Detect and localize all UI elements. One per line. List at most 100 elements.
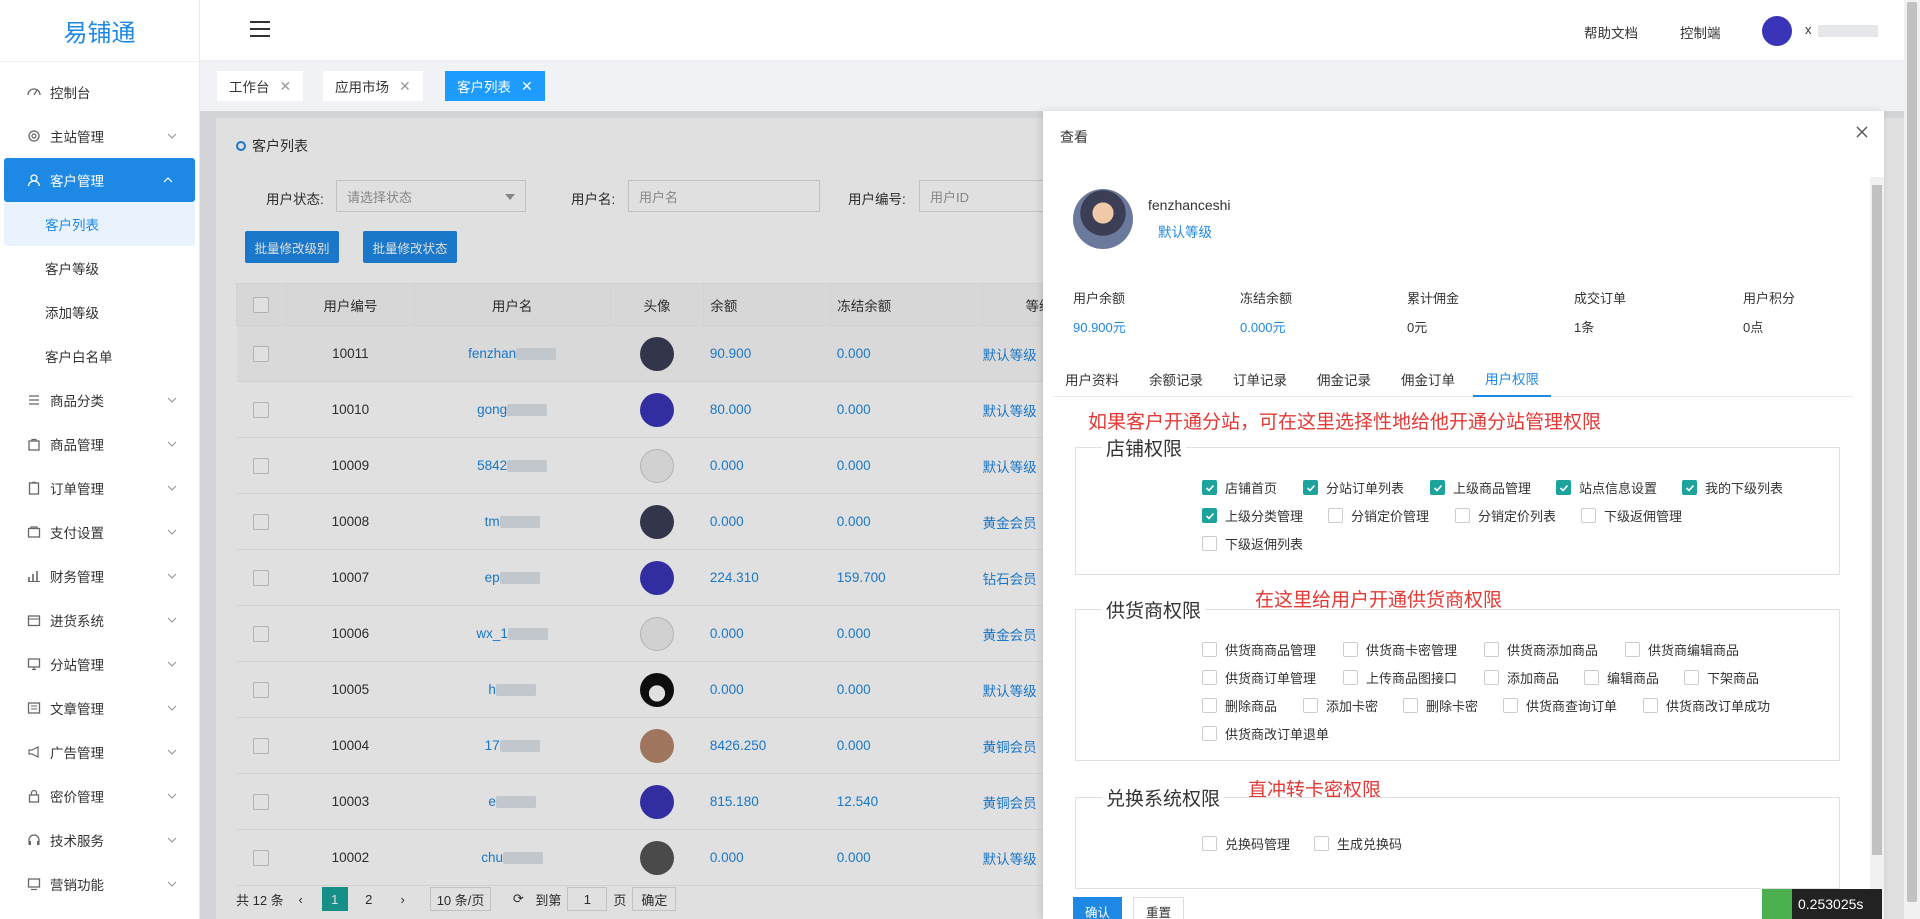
reset-button[interactable]: 重置 <box>1133 897 1185 919</box>
sidebar-item-payment[interactable]: 支付设置 <box>0 510 199 554</box>
clipboard-icon <box>26 480 42 496</box>
tab-order-records[interactable]: 订单记录 <box>1221 361 1299 397</box>
sidebar-item-articles[interactable]: 文章管理 <box>0 686 199 730</box>
perm-add-product[interactable]: 添加商品 <box>1484 668 1559 687</box>
sidebar-item-categories[interactable]: 商品分类 <box>0 378 199 422</box>
perm-delete-product[interactable]: 删除商品 <box>1202 696 1277 715</box>
perm-delete-card[interactable]: 删除卡密 <box>1403 696 1478 715</box>
perm-delist-product[interactable]: 下架商品 <box>1684 668 1759 687</box>
perm-supplier-order-refund[interactable]: 供货商改订单退单 <box>1202 724 1329 743</box>
perm-add-card[interactable]: 添加卡密 <box>1303 696 1378 715</box>
perm-supplier-add-product[interactable]: 供货商添加商品 <box>1484 640 1598 659</box>
perm-supplier-edit-product[interactable]: 供货商编辑商品 <box>1625 640 1739 659</box>
tab-commission-orders[interactable]: 佣金订单 <box>1389 361 1467 397</box>
sidebar-item-ads[interactable]: 广告管理 <box>0 730 199 774</box>
sidebar-item-products[interactable]: 商品管理 <box>0 422 199 466</box>
perm-supplier-products[interactable]: 供货商商品管理 <box>1202 640 1316 659</box>
perm-my-subordinates[interactable]: 我的下级列表 <box>1682 478 1783 497</box>
drawer-scrollbar[interactable] <box>1870 177 1884 919</box>
checkbox[interactable] <box>1343 670 1358 685</box>
avatar[interactable] <box>1762 16 1792 46</box>
sidebar-item-main-site[interactable]: 主站管理 <box>0 114 199 158</box>
sidebar-item-customers[interactable]: 客户管理 <box>4 158 195 202</box>
perm-generate-exchange-code[interactable]: 生成兑换码 <box>1314 834 1402 853</box>
sidebar-item-secret-price[interactable]: 密价管理 <box>0 774 199 818</box>
checkbox[interactable] <box>1202 698 1217 713</box>
confirm-button[interactable]: 确认 <box>1073 897 1123 919</box>
app-logo[interactable]: 易铺通 <box>0 0 199 62</box>
sidebar-item-orders[interactable]: 订单管理 <box>0 466 199 510</box>
perm-sub-commission-list[interactable]: 下级返佣列表 <box>1202 534 1303 553</box>
perm-edit-product[interactable]: 编辑商品 <box>1584 668 1659 687</box>
checkbox-checked-icon[interactable] <box>1202 508 1217 523</box>
tab-balance-records[interactable]: 余额记录 <box>1137 361 1215 397</box>
sidebar-sub-whitelist[interactable]: 客户白名单 <box>0 334 199 378</box>
perm-site-info[interactable]: 站点信息设置 <box>1556 478 1657 497</box>
sidebar-sub-add-level[interactable]: 添加等级 <box>0 290 199 334</box>
checkbox[interactable] <box>1484 670 1499 685</box>
sidebar-item-finance[interactable]: 财务管理 <box>0 554 199 598</box>
checkbox-checked-icon[interactable] <box>1202 480 1217 495</box>
checkbox-checked-icon[interactable] <box>1556 480 1571 495</box>
sidebar-sub-customer-list[interactable]: 客户列表 <box>4 202 195 246</box>
checkbox-checked-icon[interactable] <box>1682 480 1697 495</box>
tab-app-market[interactable]: 应用市场 ✕ <box>323 71 423 101</box>
checkbox[interactable] <box>1328 508 1343 523</box>
sidebar-item-marketing[interactable]: 营销功能 <box>0 862 199 906</box>
perm-exchange-code-manage[interactable]: 兑换码管理 <box>1202 834 1290 853</box>
tab-user-info[interactable]: 用户资料 <box>1053 361 1131 397</box>
tab-user-permissions[interactable]: 用户权限 <box>1473 361 1551 397</box>
checkbox[interactable] <box>1343 642 1358 657</box>
console-link[interactable]: 控制端 <box>1680 22 1721 42</box>
checkbox[interactable] <box>1403 698 1418 713</box>
checkbox[interactable] <box>1202 670 1217 685</box>
menu-toggle-icon[interactable] <box>250 20 270 38</box>
sidebar-item-purchasing[interactable]: 进货系统 <box>0 598 199 642</box>
perm-supplier-cards[interactable]: 供货商卡密管理 <box>1343 640 1457 659</box>
checkbox[interactable] <box>1202 536 1217 551</box>
help-docs-link[interactable]: 帮助文档 <box>1584 22 1638 42</box>
checkbox[interactable] <box>1484 642 1499 657</box>
checkbox[interactable] <box>1584 670 1599 685</box>
close-icon[interactable]: ✕ <box>399 78 411 95</box>
chevron-down-icon <box>167 837 177 843</box>
checkbox[interactable] <box>1581 508 1596 523</box>
close-icon[interactable] <box>1854 124 1870 140</box>
tab-customer-list[interactable]: 客户列表 ✕ <box>445 71 545 101</box>
tab-workbench[interactable]: 工作台 ✕ <box>217 71 304 101</box>
checkbox[interactable] <box>1314 836 1329 851</box>
tab-commission-records[interactable]: 佣金记录 <box>1305 361 1383 397</box>
checkbox-checked-icon[interactable] <box>1303 480 1318 495</box>
perm-sub-commission-manage[interactable]: 下级返佣管理 <box>1581 506 1682 525</box>
sidebar-item-dashboard[interactable]: 控制台 <box>0 70 199 114</box>
perm-distribution-price-list[interactable]: 分销定价列表 <box>1455 506 1556 525</box>
checkbox[interactable] <box>1503 698 1518 713</box>
checkbox[interactable] <box>1455 508 1470 523</box>
close-icon[interactable]: ✕ <box>280 78 292 95</box>
sidebar-item-substations[interactable]: 分站管理 <box>0 642 199 686</box>
checkbox[interactable] <box>1625 642 1640 657</box>
perm-shop-home[interactable]: 店铺首页 <box>1202 478 1277 497</box>
username[interactable]: x <box>1805 22 1885 38</box>
perm-parent-products[interactable]: 上级商品管理 <box>1430 478 1531 497</box>
checkbox-checked-icon[interactable] <box>1430 480 1445 495</box>
page-scrollbar[interactable] <box>1904 0 1920 919</box>
perm-supplier-query-orders[interactable]: 供货商查询订单 <box>1503 696 1617 715</box>
checkbox[interactable] <box>1684 670 1699 685</box>
perm-substation-orders[interactable]: 分站订单列表 <box>1303 478 1404 497</box>
checkbox[interactable] <box>1202 642 1217 657</box>
perm-upload-image-api[interactable]: 上传商品图接口 <box>1343 668 1457 687</box>
checkbox[interactable] <box>1202 726 1217 741</box>
perm-supplier-orders[interactable]: 供货商订单管理 <box>1202 668 1316 687</box>
sidebar-sub-customer-level[interactable]: 客户等级 <box>0 246 199 290</box>
checkbox[interactable] <box>1202 836 1217 851</box>
perm-distribution-pricing[interactable]: 分销定价管理 <box>1328 506 1429 525</box>
avatar <box>1073 189 1133 249</box>
stat-orders-label: 成交订单 <box>1574 291 1627 306</box>
close-icon[interactable]: ✕ <box>521 78 533 95</box>
checkbox[interactable] <box>1303 698 1318 713</box>
perm-supplier-order-success[interactable]: 供货商改订单成功 <box>1643 696 1770 715</box>
sidebar-item-tech-service[interactable]: 技术服务 <box>0 818 199 862</box>
checkbox[interactable] <box>1643 698 1658 713</box>
perm-parent-categories[interactable]: 上级分类管理 <box>1202 506 1303 525</box>
